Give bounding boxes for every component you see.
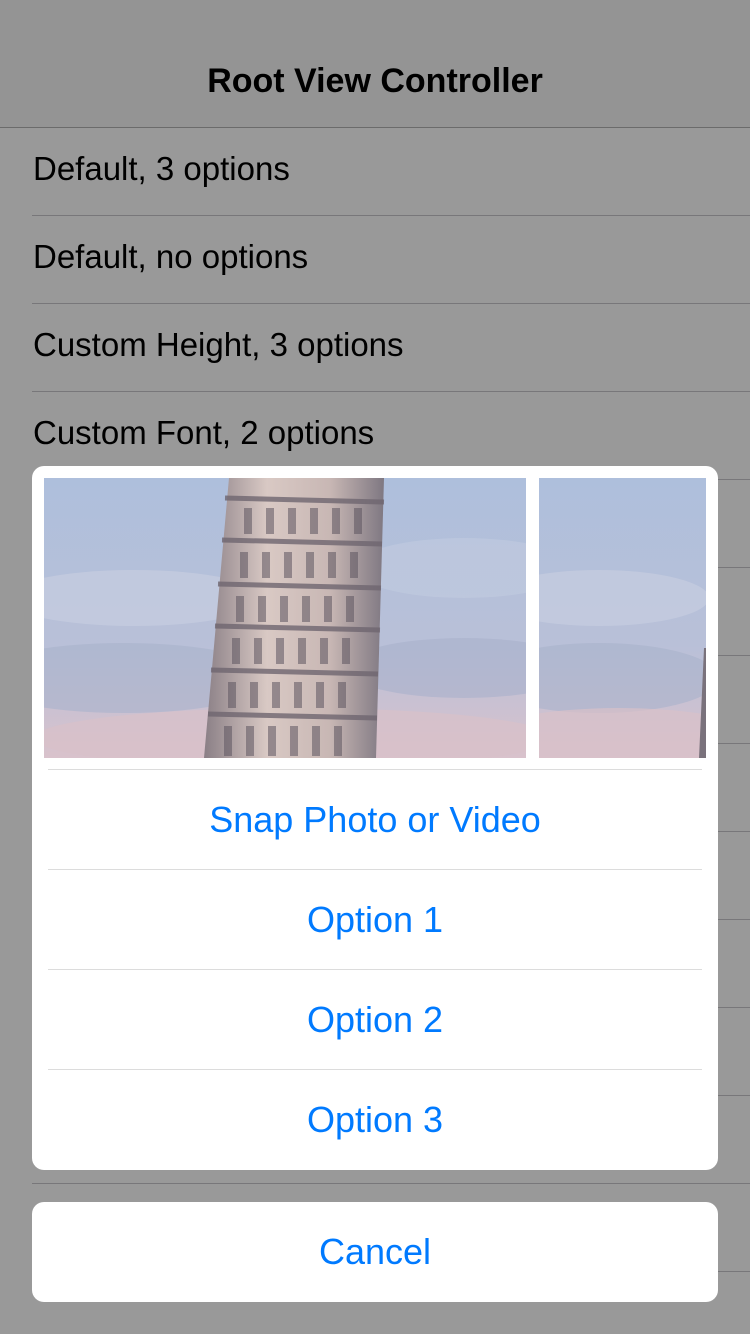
screen: Root View Controller Default, 3 options …: [0, 0, 750, 1334]
leaning-tower-photo-icon: [539, 478, 706, 758]
option-2-button[interactable]: Option 2: [32, 970, 718, 1070]
photo-strip[interactable]: [44, 478, 706, 758]
photo-thumbnail[interactable]: [539, 478, 706, 758]
snap-photo-button[interactable]: Snap Photo or Video: [32, 770, 718, 870]
photo-thumbnail[interactable]: [44, 478, 526, 758]
option-3-button[interactable]: Option 3: [32, 1070, 718, 1170]
action-sheet: Snap Photo or Video Option 1 Option 2 Op…: [32, 466, 718, 1170]
option-1-button[interactable]: Option 1: [32, 870, 718, 970]
leaning-tower-photo-icon: [44, 478, 526, 758]
cancel-button[interactable]: Cancel: [32, 1202, 718, 1302]
